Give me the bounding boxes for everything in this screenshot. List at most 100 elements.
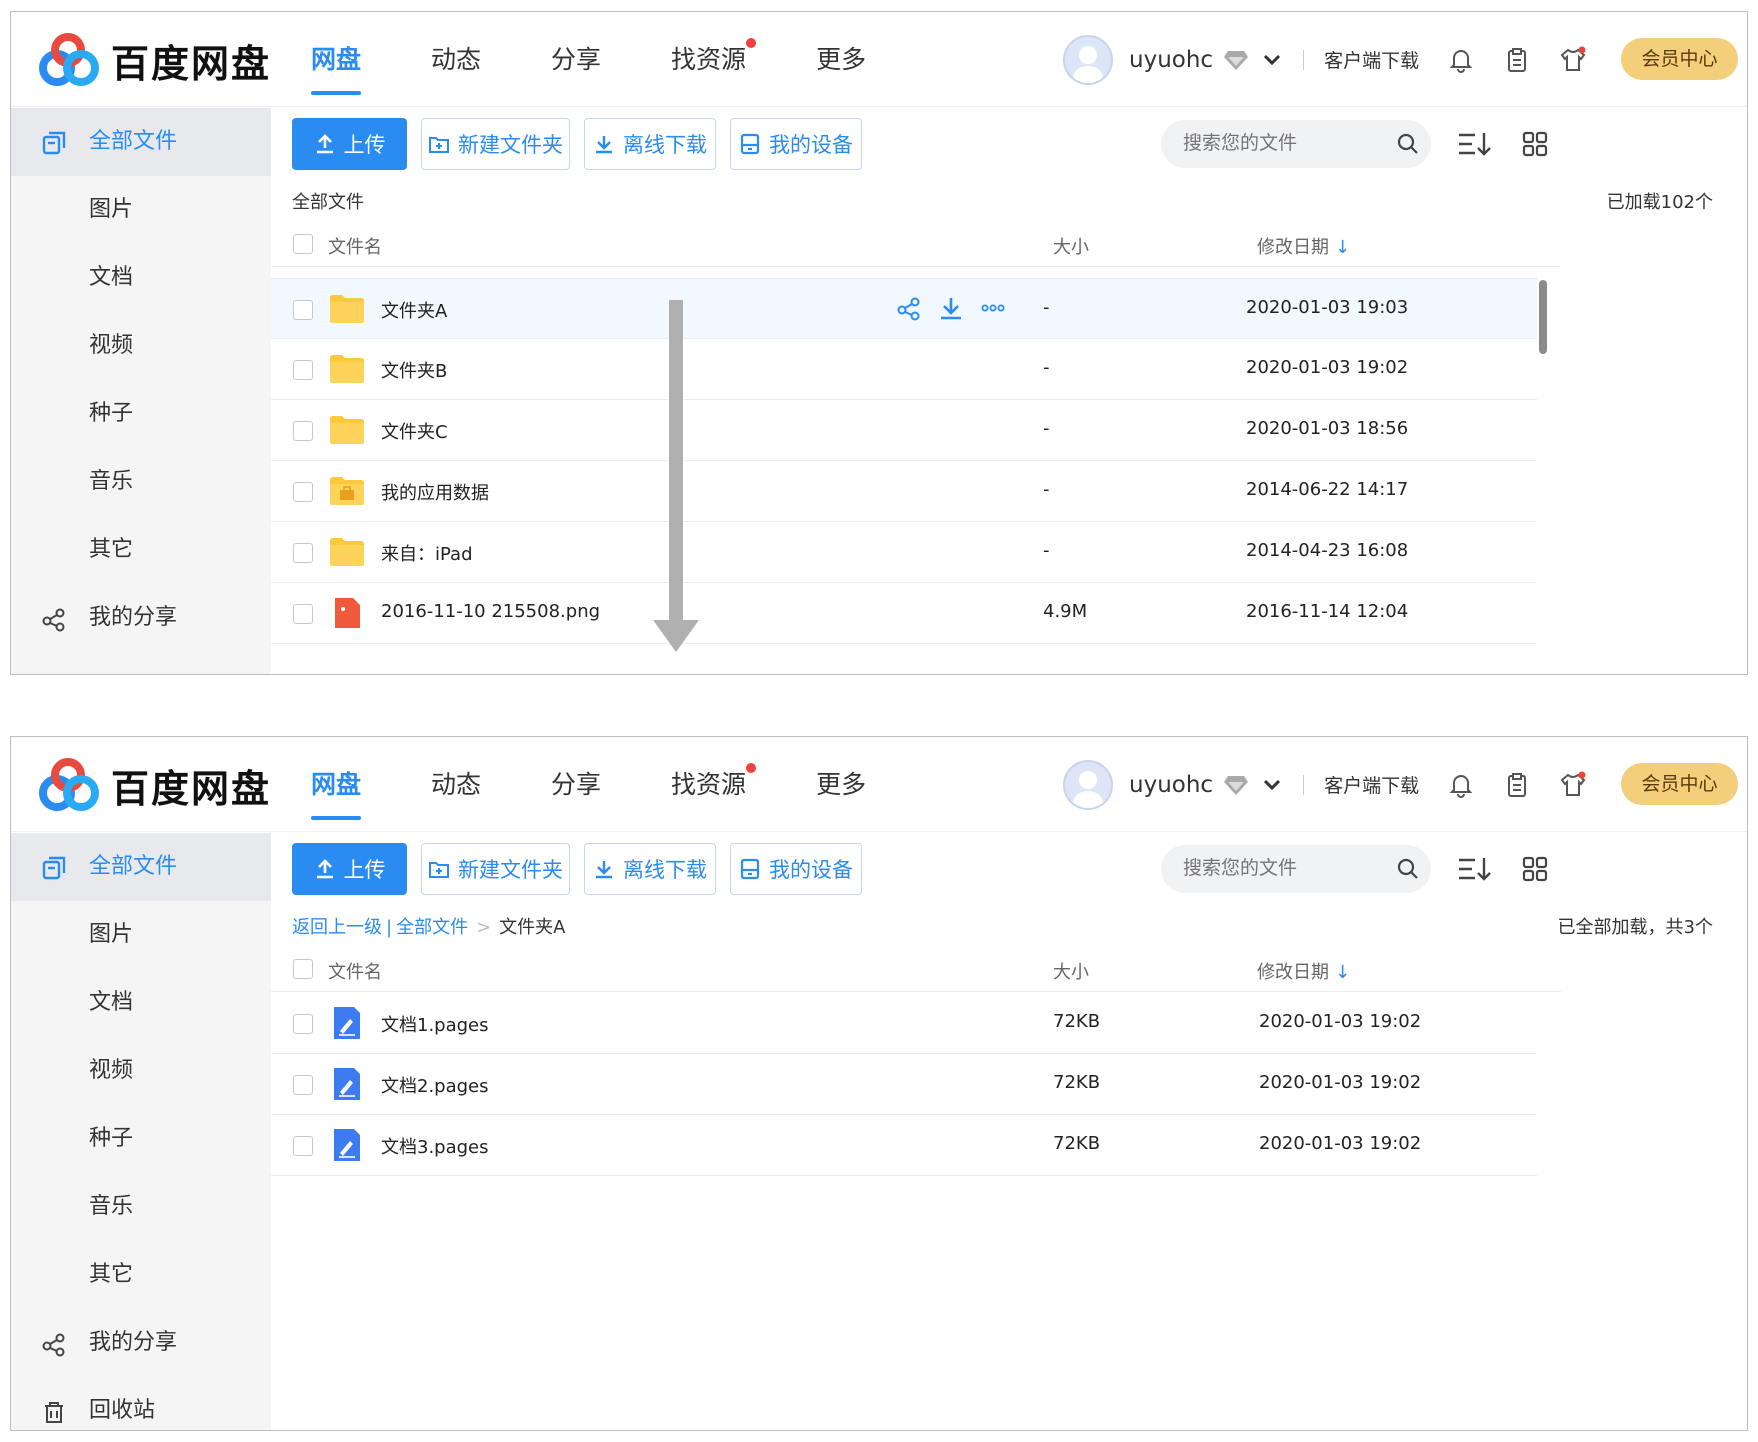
file-name[interactable]: 2016-11-10 215508.png: [381, 601, 600, 622]
my-devices-button[interactable]: 我的设备: [730, 843, 862, 895]
sidebar-item-images[interactable]: 图片: [11, 176, 271, 244]
breadcrumb-root[interactable]: 全部文件: [396, 917, 468, 938]
table-row[interactable]: 我的应用数据 - 2014-06-22 14:17: [271, 461, 1537, 522]
nav-activity[interactable]: 动态: [431, 737, 481, 832]
row-checkbox[interactable]: [293, 543, 313, 563]
upload-button[interactable]: 上传: [292, 843, 407, 895]
nav-find-resources[interactable]: 找资源: [671, 12, 757, 107]
sidebar-item-music[interactable]: 音乐: [11, 448, 271, 516]
file-name[interactable]: 文件夹A: [381, 297, 447, 323]
row-checkbox[interactable]: [293, 604, 313, 624]
sidebar-item-images[interactable]: 图片: [11, 901, 271, 969]
sort-icon[interactable]: [1457, 130, 1493, 158]
row-checkbox[interactable]: [293, 482, 313, 502]
sidebar-item-music[interactable]: 音乐: [11, 1173, 271, 1241]
sidebar-item-other[interactable]: 其它: [11, 1241, 271, 1309]
upload-button[interactable]: 上传: [292, 118, 407, 170]
table-row[interactable]: 2016-11-10 215508.png 4.9M 2016-11-14 12…: [271, 583, 1537, 644]
grid-view-icon[interactable]: [1521, 130, 1549, 158]
select-all-checkbox[interactable]: [293, 959, 313, 979]
sidebar-item-all-files[interactable]: 全部文件: [11, 108, 271, 176]
bell-icon[interactable]: [1447, 46, 1475, 74]
client-download-link[interactable]: 客户端下载: [1324, 46, 1419, 73]
back-link[interactable]: 返回上一级: [292, 917, 382, 938]
file-name[interactable]: 文件夹B: [381, 357, 447, 383]
table-row[interactable]: 文件夹A - 2020-01-03 19:03: [271, 278, 1537, 339]
sidebar-item-documents[interactable]: 文档: [11, 969, 271, 1037]
nav-more[interactable]: 更多: [816, 737, 866, 832]
search-input[interactable]: [1161, 120, 1431, 168]
share-icon[interactable]: [896, 295, 922, 321]
column-name[interactable]: 文件名: [328, 958, 382, 984]
username[interactable]: uyuohc: [1129, 772, 1213, 798]
nav-activity[interactable]: 动态: [431, 12, 481, 107]
file-name[interactable]: 我的应用数据: [381, 479, 489, 505]
chevron-down-icon[interactable]: [1261, 49, 1283, 71]
sidebar-item-my-shares[interactable]: 我的分享: [11, 584, 271, 652]
logo[interactable]: 百度网盘: [37, 757, 271, 813]
file-name[interactable]: 文档2.pages: [381, 1072, 489, 1098]
client-download-link[interactable]: 客户端下载: [1324, 771, 1419, 798]
table-row[interactable]: 文档1.pages 72KB 2020-01-03 19:02: [271, 993, 1537, 1054]
sidebar-item-torrents[interactable]: 种子: [11, 1105, 271, 1173]
download-icon[interactable]: [938, 295, 964, 321]
more-icon[interactable]: [980, 295, 1006, 321]
column-size[interactable]: 大小: [1053, 958, 1089, 984]
tshirt-icon[interactable]: [1559, 46, 1587, 74]
sidebar-item-other[interactable]: 其它: [11, 516, 271, 584]
nav-find-resources[interactable]: 找资源: [671, 737, 757, 832]
row-checkbox[interactable]: [293, 300, 313, 320]
offline-download-button[interactable]: 离线下载: [584, 843, 716, 895]
clipboard-icon[interactable]: [1503, 771, 1531, 799]
file-name[interactable]: 文档1.pages: [381, 1011, 489, 1037]
new-folder-button[interactable]: 新建文件夹: [421, 843, 570, 895]
offline-download-button[interactable]: 离线下载: [584, 118, 716, 170]
nav-netdisk[interactable]: 网盘: [311, 737, 362, 832]
column-date[interactable]: 修改日期 ↓: [1257, 958, 1350, 984]
nav-share[interactable]: 分享: [551, 737, 601, 832]
column-date[interactable]: 修改日期 ↓: [1257, 233, 1350, 259]
sidebar-item-videos[interactable]: 视频: [11, 1037, 271, 1105]
table-row[interactable]: 文件夹C - 2020-01-03 18:56: [271, 400, 1537, 461]
sidebar-item-my-shares[interactable]: 我的分享: [11, 1309, 271, 1377]
sidebar-item-recycle-bin[interactable]: 回收站: [11, 1377, 271, 1430]
tshirt-icon[interactable]: [1559, 771, 1587, 799]
vip-center-button[interactable]: 会员中心: [1621, 763, 1738, 805]
my-devices-button[interactable]: 我的设备: [730, 118, 862, 170]
column-name[interactable]: 文件名: [328, 233, 382, 259]
column-size[interactable]: 大小: [1053, 233, 1089, 259]
username[interactable]: uyuohc: [1129, 47, 1213, 73]
sidebar-item-documents[interactable]: 文档: [11, 244, 271, 312]
table-row[interactable]: 来自：iPad - 2014-04-23 16:08: [271, 522, 1537, 583]
vip-center-button[interactable]: 会员中心: [1621, 38, 1738, 80]
nav-share[interactable]: 分享: [551, 12, 601, 107]
scrollbar[interactable]: [1539, 280, 1547, 354]
chevron-down-icon[interactable]: [1261, 774, 1283, 796]
search-icon[interactable]: [1396, 857, 1420, 881]
clipboard-icon[interactable]: [1503, 46, 1531, 74]
sidebar-item-videos[interactable]: 视频: [11, 312, 271, 380]
avatar[interactable]: [1063, 759, 1113, 810]
file-name[interactable]: 来自：iPad: [381, 540, 473, 566]
row-checkbox[interactable]: [293, 360, 313, 380]
row-checkbox[interactable]: [293, 1136, 313, 1156]
nav-more[interactable]: 更多: [816, 12, 866, 107]
sort-icon[interactable]: [1457, 855, 1493, 883]
search-input[interactable]: [1161, 845, 1431, 893]
row-checkbox[interactable]: [293, 1014, 313, 1034]
file-name[interactable]: 文档3.pages: [381, 1133, 489, 1159]
row-checkbox[interactable]: [293, 1075, 313, 1095]
nav-netdisk[interactable]: 网盘: [311, 12, 362, 107]
search-icon[interactable]: [1396, 132, 1420, 156]
logo[interactable]: 百度网盘: [37, 32, 271, 88]
row-checkbox[interactable]: [293, 421, 313, 441]
table-row[interactable]: 文档3.pages 72KB 2020-01-03 19:02: [271, 1115, 1537, 1176]
table-row[interactable]: 文档2.pages 72KB 2020-01-03 19:02: [271, 1054, 1537, 1115]
table-row[interactable]: 文件夹B - 2020-01-03 19:02: [271, 339, 1537, 400]
grid-view-icon[interactable]: [1521, 855, 1549, 883]
select-all-checkbox[interactable]: [293, 234, 313, 254]
sidebar-item-torrents[interactable]: 种子: [11, 380, 271, 448]
file-name[interactable]: 文件夹C: [381, 418, 448, 444]
new-folder-button[interactable]: 新建文件夹: [421, 118, 570, 170]
avatar[interactable]: [1063, 34, 1113, 85]
